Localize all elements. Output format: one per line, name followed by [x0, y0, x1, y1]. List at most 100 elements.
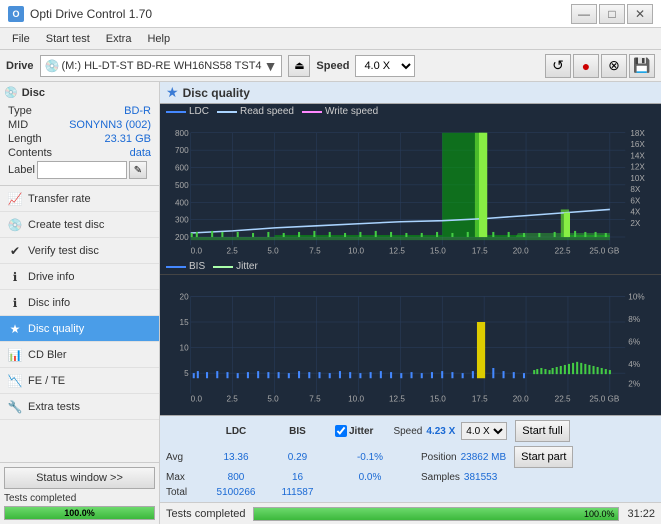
sidebar-item-create-test-disc[interactable]: 💿 Create test disc: [0, 212, 159, 238]
sidebar-item-extra-tests[interactable]: 🔧 Extra tests: [0, 394, 159, 420]
sidebar-item-disc-quality[interactable]: ★ Disc quality: [0, 316, 159, 342]
svg-text:5.0: 5.0: [267, 246, 279, 255]
save-button[interactable]: 💾: [629, 54, 655, 78]
sidebar-item-verify-test-disc[interactable]: ✔ Verify test disc: [0, 238, 159, 264]
sidebar-item-drive-info[interactable]: ℹ Drive info: [0, 264, 159, 290]
menu-file[interactable]: File: [4, 31, 38, 47]
eject-button[interactable]: ⏏: [288, 55, 310, 77]
avg-jitter: -0.1%: [335, 452, 405, 463]
jitter-checkbox[interactable]: [335, 425, 347, 437]
ldc-legend-color: [166, 111, 186, 113]
label-input[interactable]: [37, 161, 127, 179]
cd-bler-label: CD Bler: [28, 349, 67, 361]
svg-text:16X: 16X: [630, 140, 645, 149]
transfer-rate-icon: 📈: [8, 192, 22, 206]
time-label: 31:22: [627, 508, 655, 520]
speed-label: Speed: [316, 60, 349, 72]
svg-text:15: 15: [180, 318, 190, 327]
svg-text:18X: 18X: [630, 129, 645, 138]
create-test-icon: 💿: [8, 218, 22, 232]
jitter-legend-color: [213, 266, 233, 268]
minimize-button[interactable]: —: [571, 4, 597, 24]
sidebar-item-fe-te[interactable]: 📉 FE / TE: [0, 368, 159, 394]
disc-info-label: Disc info: [28, 297, 70, 309]
status-section: Status window >> Tests completed 100.0%: [0, 462, 159, 524]
progress-label: 100.0%: [64, 508, 95, 518]
ldc-legend: LDC: [166, 106, 209, 117]
sidebar-item-cd-bler[interactable]: 📊 CD Bler: [0, 342, 159, 368]
bis-legend-color: [166, 266, 186, 268]
svg-text:12.5: 12.5: [389, 246, 405, 255]
bis-legend-label: BIS: [189, 261, 205, 272]
max-bis: 16: [270, 472, 325, 483]
drive-selector[interactable]: 💿 (M:) HL-DT-ST BD-RE WH16NS58 TST4 ▼: [40, 55, 283, 77]
svg-text:10.0: 10.0: [348, 395, 364, 404]
mid-label: MID: [8, 119, 28, 131]
menu-help[interactable]: Help: [139, 31, 178, 47]
contents-label: Contents: [8, 147, 52, 159]
disc-section-title: Disc: [22, 87, 45, 99]
svg-text:4%: 4%: [628, 360, 640, 369]
close-button[interactable]: ✕: [627, 4, 653, 24]
svg-text:400: 400: [175, 198, 189, 207]
top-chart-legend: LDC Read speed Write speed: [160, 104, 661, 119]
type-label: Type: [8, 105, 32, 117]
read-speed-legend-color: [217, 111, 237, 113]
bottom-chart: 20 15 10 5 10% 8% 6% 4% 2% 0.0 2.5 5.0 7…: [160, 274, 661, 415]
svg-text:25.0 GB: 25.0 GB: [589, 395, 619, 404]
write-speed-legend-label: Write speed: [325, 106, 378, 117]
sidebar-item-disc-info[interactable]: ℹ Disc info: [0, 290, 159, 316]
svg-text:300: 300: [175, 216, 189, 225]
disc-info-icon: ℹ: [8, 296, 22, 310]
total-label: Total: [166, 487, 202, 498]
samples-label: Samples: [421, 472, 460, 483]
position-label: Position: [421, 452, 457, 463]
bis-legend: BIS: [166, 261, 205, 272]
svg-text:2.5: 2.5: [226, 395, 238, 404]
titlebar: O Opti Drive Control 1.70 — □ ✕: [0, 0, 661, 28]
label-edit-button[interactable]: ✎: [129, 161, 147, 179]
label-field-label: Label: [8, 164, 35, 176]
svg-text:10X: 10X: [630, 174, 645, 183]
app-icon: O: [8, 6, 24, 22]
start-full-button[interactable]: Start full: [515, 420, 569, 442]
menu-extra[interactable]: Extra: [98, 31, 140, 47]
svg-text:4X: 4X: [630, 208, 641, 217]
svg-text:2%: 2%: [628, 379, 640, 388]
drive-dropdown-icon[interactable]: ▼: [264, 58, 278, 74]
svg-text:800: 800: [175, 129, 189, 138]
svg-text:22.5: 22.5: [555, 395, 571, 404]
menu-start-test[interactable]: Start test: [38, 31, 98, 47]
maximize-button[interactable]: □: [599, 4, 625, 24]
sidebar-item-transfer-rate[interactable]: 📈 Transfer rate: [0, 186, 159, 212]
drive-info-label: Drive info: [28, 271, 74, 283]
svg-text:20.0: 20.0: [513, 395, 529, 404]
svg-text:10.0: 10.0: [348, 246, 364, 255]
fe-te-label: FE / TE: [28, 375, 65, 387]
bottom-progress-fill: [254, 508, 618, 520]
svg-text:14X: 14X: [630, 151, 645, 160]
erase-button[interactable]: ⊗: [601, 54, 627, 78]
bis-header: BIS: [270, 426, 325, 437]
disc-length-row: Length 23.31 GB: [8, 133, 151, 145]
extra-tests-label: Extra tests: [28, 401, 80, 413]
menubar: File Start test Extra Help: [0, 28, 661, 50]
read-speed-legend: Read speed: [217, 106, 294, 117]
start-part-button[interactable]: Start part: [514, 446, 573, 468]
bottom-progress-bar: 100.0%: [253, 507, 619, 521]
status-window-button[interactable]: Status window >>: [4, 467, 155, 489]
svg-text:12X: 12X: [630, 163, 645, 172]
bottom-chart-svg: 20 15 10 5 10% 8% 6% 4% 2% 0.0 2.5 5.0 7…: [160, 275, 661, 415]
cd-bler-icon: 📊: [8, 348, 22, 362]
refresh-button[interactable]: ↺: [545, 54, 571, 78]
jitter-header-label: Jitter: [349, 426, 373, 437]
speed-select-stats[interactable]: 4.0 X 2.0 X 6.0 X: [461, 422, 507, 440]
fe-te-icon: 📉: [8, 374, 22, 388]
panel-header: ★ Disc quality: [160, 82, 661, 104]
record-button[interactable]: ●: [573, 54, 599, 78]
speed-select[interactable]: 4.0 X 2.0 X 6.0 X: [355, 55, 415, 77]
jitter-legend-label: Jitter: [236, 261, 258, 272]
disc-header: 💿 Disc: [4, 86, 155, 99]
top-chart: 800 700 600 500 400 300 200 18X 16X 14X …: [160, 119, 661, 259]
charts-area: LDC Read speed Write speed: [160, 104, 661, 415]
